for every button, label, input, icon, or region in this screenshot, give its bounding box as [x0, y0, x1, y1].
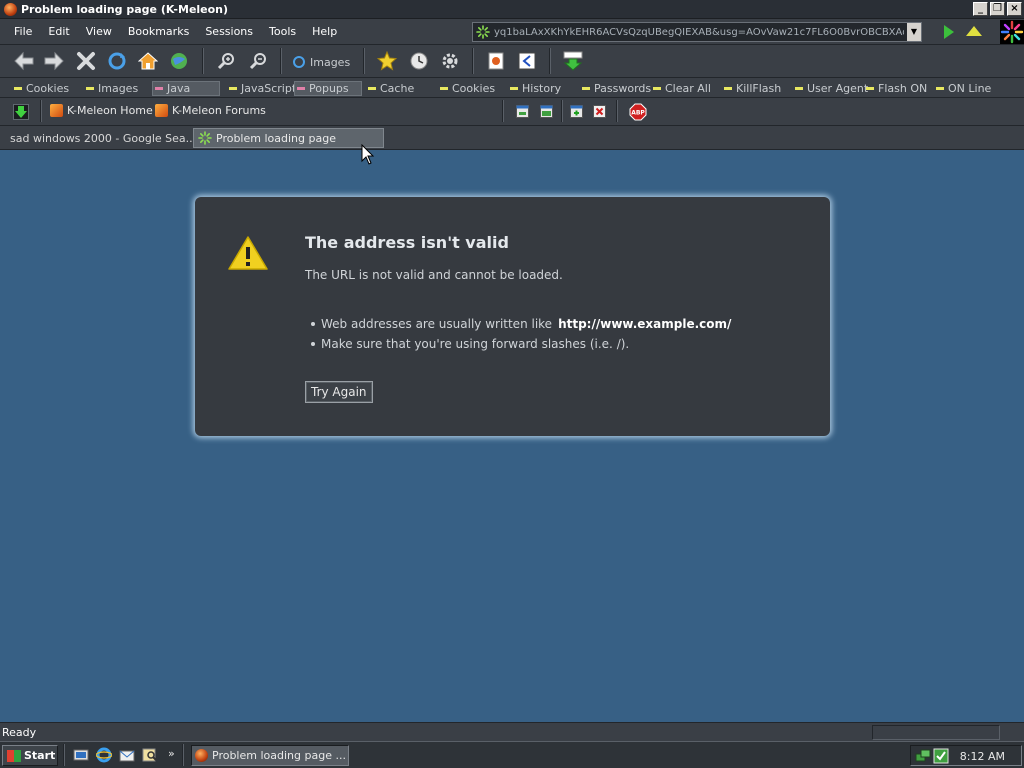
page-content: The address isn't valid The URL is not v…	[0, 150, 1024, 722]
user-agent-button[interactable]: User Agent	[795, 81, 868, 96]
svg-text:ABP: ABP	[631, 110, 645, 117]
k-meleon-task-icon	[195, 749, 208, 762]
go-icon[interactable]	[944, 25, 954, 39]
privacy-toggle-toolbar: Cookies Images Java JavaScript Popups Ca…	[0, 78, 1024, 98]
menu-sessions[interactable]: Sessions	[197, 25, 261, 38]
download-arrow-icon[interactable]	[13, 104, 29, 120]
example-url: http://www.example.com/	[558, 317, 732, 331]
warning-icon	[228, 236, 268, 270]
adblock-plus-icon[interactable]: ABP	[629, 103, 647, 121]
url-dropdown-button[interactable]: ▼	[907, 23, 921, 41]
taskbar: Start » Problem loading page ... 8:12 AM	[0, 741, 1024, 768]
toggle-images[interactable]: Images	[86, 81, 138, 96]
minimize-button[interactable]: _	[973, 2, 988, 16]
toggle-cookies[interactable]: Cookies	[14, 81, 69, 96]
outlook-express-icon[interactable]	[119, 747, 135, 763]
menu-bookmarks[interactable]: Bookmarks	[120, 25, 197, 38]
images-toggle-button[interactable]: Images	[292, 53, 350, 71]
network-icon[interactable]	[915, 748, 931, 764]
clear-cookies-button[interactable]: Cookies	[440, 81, 495, 96]
menu-view[interactable]: View	[78, 25, 120, 38]
zoom-out-icon[interactable]	[247, 50, 269, 72]
internet-explorer-icon[interactable]	[95, 747, 113, 763]
images-button-label: Images	[310, 55, 351, 69]
system-tray: 8:12 AM	[910, 745, 1022, 766]
status-progress-panel	[872, 725, 1000, 740]
duplicate-tab-icon[interactable]	[570, 105, 583, 118]
k-meleon-app-icon[interactable]	[4, 2, 17, 16]
toggle-java[interactable]: Java	[152, 81, 220, 96]
forward-icon[interactable]	[43, 50, 65, 72]
loading-spinner-icon	[476, 25, 490, 39]
zoom-in-icon[interactable]	[215, 50, 237, 72]
menu-tools[interactable]: Tools	[261, 25, 304, 38]
windows-flag-icon	[7, 749, 21, 762]
page-info-icon[interactable]	[485, 50, 507, 72]
menu-file[interactable]: File	[0, 25, 40, 38]
url-input[interactable]: yq1baLAxXKhYkEHR6ACVsQzqUBegQIEXAB&usg=A…	[472, 22, 922, 42]
tray-app-icon[interactable]	[933, 748, 949, 764]
clear-cache-button[interactable]: Cache	[368, 81, 414, 96]
globe-icon[interactable]	[168, 50, 190, 72]
online-button[interactable]: ON Line	[936, 81, 991, 96]
reload-icon[interactable]	[106, 50, 128, 72]
loading-spinner-icon	[198, 131, 212, 145]
menu-help[interactable]: Help	[304, 25, 345, 38]
close-window-button[interactable]: ×	[1007, 2, 1022, 16]
bookmarks-star-icon[interactable]	[376, 50, 398, 72]
search-icon[interactable]	[142, 747, 158, 763]
up-icon[interactable]	[966, 26, 982, 36]
list-item: Make sure that you're using forward slas…	[311, 334, 731, 354]
new-tab-icon[interactable]	[540, 105, 553, 118]
new-window-icon[interactable]	[516, 105, 529, 118]
url-text[interactable]: yq1baLAxXKhYkEHR6ACVsQzqUBegQIEXAB&usg=A…	[494, 27, 904, 38]
start-button[interactable]: Start	[2, 745, 58, 766]
link-k-meleon-forums[interactable]: K-Meleon Forums	[155, 104, 266, 117]
show-desktop-icon[interactable]	[73, 747, 89, 763]
close-tab-icon[interactable]	[593, 105, 606, 118]
link-k-meleon-home[interactable]: K-Meleon Home	[50, 104, 153, 117]
list-item: Web addresses are usually written like h…	[311, 314, 731, 334]
clock: 8:12 AM	[959, 750, 1005, 763]
back-icon[interactable]	[13, 50, 35, 72]
view-source-icon[interactable]	[516, 50, 538, 72]
flash-on-button[interactable]: Flash ON	[866, 81, 927, 96]
menu-edit[interactable]: Edit	[40, 25, 77, 38]
toggle-popups[interactable]: Popups	[294, 81, 362, 96]
tab-google-search[interactable]: sad windows 2000 - Google Sea...	[2, 128, 196, 148]
clear-history-button[interactable]: History	[510, 81, 561, 96]
mouse-cursor-icon	[361, 144, 375, 165]
navigation-toolbar: Images	[0, 45, 1024, 78]
toggle-javascript[interactable]: JavaScript	[229, 81, 296, 96]
window-controls: _ ❐ ×	[973, 2, 1022, 16]
status-bar: Ready	[0, 722, 1024, 741]
error-suggestions: Web addresses are usually written like h…	[311, 314, 731, 354]
download-icon[interactable]	[562, 50, 584, 72]
clear-all-button[interactable]: Clear All	[653, 81, 711, 96]
stop-icon[interactable]	[75, 50, 97, 72]
taskbar-task-k-meleon[interactable]: Problem loading page ...	[191, 745, 349, 766]
k-meleon-bookmark-icon	[155, 104, 168, 117]
quicklaunch-overflow-icon[interactable]: »	[168, 747, 175, 760]
restore-button[interactable]: ❐	[990, 2, 1005, 16]
error-title: The address isn't valid	[305, 233, 509, 252]
images-icon	[293, 56, 305, 68]
menu-bar: File Edit View Bookmarks Sessions Tools …	[0, 19, 1024, 45]
kill-flash-button[interactable]: KillFlash	[724, 81, 781, 96]
k-meleon-bookmark-icon	[50, 104, 63, 117]
error-description: The URL is not valid and cannot be loade…	[305, 268, 563, 282]
home-icon[interactable]	[137, 50, 159, 72]
settings-gear-icon[interactable]	[439, 50, 461, 72]
clear-passwords-button[interactable]: Passwords	[582, 81, 651, 96]
tab-bar: sad windows 2000 - Google Sea... Problem…	[0, 126, 1024, 150]
error-dialog: The address isn't valid The URL is not v…	[195, 197, 830, 436]
title-bar: Problem loading page (K-Meleon) _ ❐ ×	[0, 0, 1024, 19]
window-title: Problem loading page (K-Meleon)	[21, 2, 229, 16]
tab-problem-loading-page[interactable]: Problem loading page	[193, 128, 384, 148]
links-toolbar: K-Meleon Home K-Meleon Forums ABP	[0, 98, 1024, 126]
k-meleon-throbber-icon	[1000, 20, 1024, 44]
try-again-button[interactable]: Try Again	[305, 381, 373, 403]
history-clock-icon[interactable]	[408, 50, 430, 72]
status-text: Ready	[2, 726, 37, 739]
